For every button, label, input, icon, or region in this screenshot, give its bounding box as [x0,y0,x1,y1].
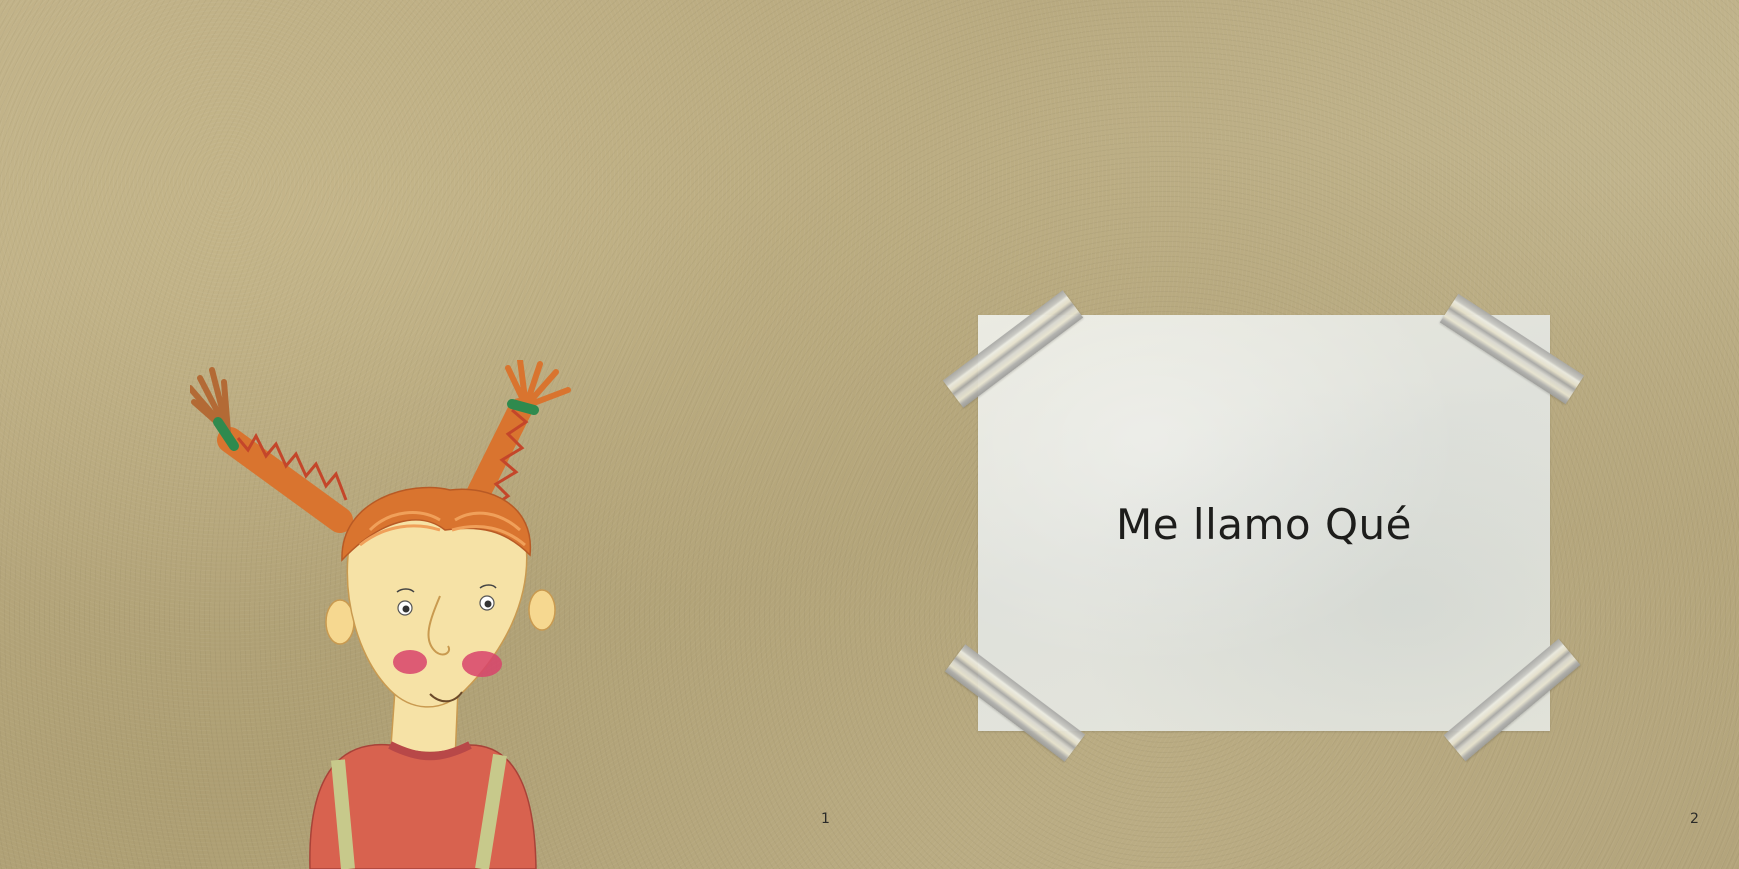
page-number-left: 1 [821,811,830,827]
right-cheek [462,651,502,677]
page-number-right: 2 [1690,811,1699,827]
face [346,516,528,708]
book-title: Me llamo Qué [1116,500,1412,549]
book-spread: Me llamo Qué 1 2 [0,0,1739,869]
left-pigtail [190,367,353,533]
left-cheek [393,650,427,674]
left-suspender [331,759,355,869]
right-ear [528,589,556,631]
right-pigtail [458,360,571,522]
taped-note: Me llamo Qué [978,315,1550,731]
girl-with-pigtails-illustration [190,360,571,869]
